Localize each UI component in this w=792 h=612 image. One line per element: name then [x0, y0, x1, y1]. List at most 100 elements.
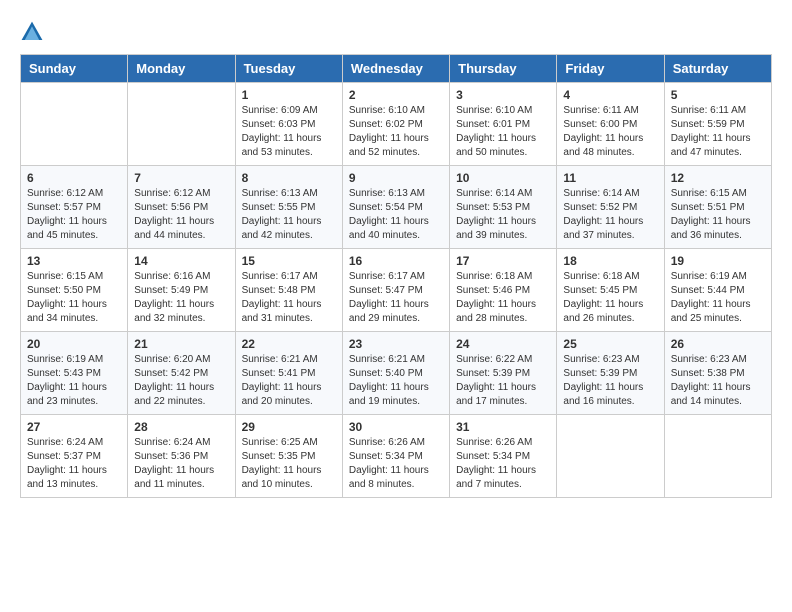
logo-icon	[20, 20, 44, 44]
day-number: 19	[671, 254, 765, 268]
calendar-day-cell: 14Sunrise: 6:16 AMSunset: 5:49 PMDayligh…	[128, 249, 235, 332]
day-number: 24	[456, 337, 550, 351]
calendar-week-row: 20 Sunrise: 6:19 AMSunset: 5:43 PMDayligh…	[21, 332, 772, 415]
day-info: Sunrise: 6:15 AMSunset: 5:50 PMDaylight:…	[27, 270, 121, 326]
column-header-saturday: Saturday	[664, 55, 771, 83]
calendar-week-row: 13Sunrise: 6:15 AMSunset: 5:50 PMDayligh…	[21, 249, 772, 332]
day-info: Sunrise: 6:10 AMSunset: 6:02 PMDaylight:…	[349, 104, 443, 160]
calendar-day-cell: 12 Sunrise: 6:15 AMSunset: 5:51 PMDayligh…	[664, 166, 771, 249]
calendar-day-cell: 24 Sunrise: 6:22 AMSunset: 5:39 PMDayligh…	[450, 332, 557, 415]
day-info: Sunrise: 6:12 AMSunset: 5:56 PMDaylight:…	[134, 187, 228, 243]
calendar-day-cell: 3 Sunrise: 6:10 AMSunset: 6:01 PMDaylight…	[450, 83, 557, 166]
calendar-day-cell: 30 Sunrise: 6:26 AMSunset: 5:34 PMDayligh…	[342, 415, 449, 498]
calendar-day-cell	[21, 83, 128, 166]
calendar-day-cell: 8 Sunrise: 6:13 AMSunset: 5:55 PMDaylight…	[235, 166, 342, 249]
day-number: 22	[242, 337, 336, 351]
day-number: 9	[349, 171, 443, 185]
day-number: 27	[27, 420, 121, 434]
calendar-week-row: 1Sunrise: 6:09 AMSunset: 6:03 PMDaylight…	[21, 83, 772, 166]
calendar-day-cell	[557, 415, 664, 498]
calendar-day-cell: 29 Sunrise: 6:25 AMSunset: 5:35 PMDayligh…	[235, 415, 342, 498]
day-number: 10	[456, 171, 550, 185]
day-info: Sunrise: 6:18 AMSunset: 5:45 PMDaylight:…	[563, 270, 657, 326]
calendar-day-cell: 20 Sunrise: 6:19 AMSunset: 5:43 PMDayligh…	[21, 332, 128, 415]
column-header-friday: Friday	[557, 55, 664, 83]
day-info: Sunrise: 6:24 AMSunset: 5:36 PMDaylight:…	[134, 436, 228, 492]
day-info: Sunrise: 6:14 AMSunset: 5:53 PMDaylight:…	[456, 187, 550, 243]
day-number: 4	[563, 88, 657, 102]
day-info: Sunrise: 6:14 AMSunset: 5:52 PMDaylight:…	[563, 187, 657, 243]
calendar-day-cell: 21 Sunrise: 6:20 AMSunset: 5:42 PMDayligh…	[128, 332, 235, 415]
logo	[20, 20, 48, 44]
column-header-thursday: Thursday	[450, 55, 557, 83]
day-number: 3	[456, 88, 550, 102]
calendar-day-cell: 11 Sunrise: 6:14 AMSunset: 5:52 PMDayligh…	[557, 166, 664, 249]
day-number: 31	[456, 420, 550, 434]
day-info: Sunrise: 6:19 AMSunset: 5:43 PMDaylight:…	[27, 353, 121, 409]
day-number: 8	[242, 171, 336, 185]
calendar-day-cell: 6Sunrise: 6:12 AMSunset: 5:57 PMDaylight…	[21, 166, 128, 249]
calendar-day-cell: 1Sunrise: 6:09 AMSunset: 6:03 PMDaylight…	[235, 83, 342, 166]
day-info: Sunrise: 6:23 AMSunset: 5:39 PMDaylight:…	[563, 353, 657, 409]
calendar-day-cell: 7 Sunrise: 6:12 AMSunset: 5:56 PMDaylight…	[128, 166, 235, 249]
column-header-tuesday: Tuesday	[235, 55, 342, 83]
day-info: Sunrise: 6:23 AMSunset: 5:38 PMDaylight:…	[671, 353, 765, 409]
day-info: Sunrise: 6:18 AMSunset: 5:46 PMDaylight:…	[456, 270, 550, 326]
column-header-wednesday: Wednesday	[342, 55, 449, 83]
calendar-day-cell	[664, 415, 771, 498]
day-info: Sunrise: 6:21 AMSunset: 5:40 PMDaylight:…	[349, 353, 443, 409]
calendar-day-cell: 26 Sunrise: 6:23 AMSunset: 5:38 PMDayligh…	[664, 332, 771, 415]
day-info: Sunrise: 6:10 AMSunset: 6:01 PMDaylight:…	[456, 104, 550, 160]
calendar-day-cell: 27 Sunrise: 6:24 AMSunset: 5:37 PMDayligh…	[21, 415, 128, 498]
column-header-sunday: Sunday	[21, 55, 128, 83]
calendar-week-row: 27 Sunrise: 6:24 AMSunset: 5:37 PMDayligh…	[21, 415, 772, 498]
day-number: 25	[563, 337, 657, 351]
day-number: 12	[671, 171, 765, 185]
calendar-header-row: SundayMondayTuesdayWednesdayThursdayFrid…	[21, 55, 772, 83]
calendar-day-cell: 5 Sunrise: 6:11 AMSunset: 5:59 PMDaylight…	[664, 83, 771, 166]
calendar-day-cell: 19 Sunrise: 6:19 AMSunset: 5:44 PMDayligh…	[664, 249, 771, 332]
day-number: 30	[349, 420, 443, 434]
day-number: 21	[134, 337, 228, 351]
calendar-day-cell: 18 Sunrise: 6:18 AMSunset: 5:45 PMDayligh…	[557, 249, 664, 332]
day-number: 1	[242, 88, 336, 102]
day-number: 11	[563, 171, 657, 185]
calendar-day-cell: 25 Sunrise: 6:23 AMSunset: 5:39 PMDayligh…	[557, 332, 664, 415]
day-number: 16	[349, 254, 443, 268]
day-info: Sunrise: 6:16 AMSunset: 5:49 PMDaylight:…	[134, 270, 228, 326]
day-info: Sunrise: 6:21 AMSunset: 5:41 PMDaylight:…	[242, 353, 336, 409]
day-info: Sunrise: 6:26 AMSunset: 5:34 PMDaylight:…	[349, 436, 443, 492]
day-number: 28	[134, 420, 228, 434]
day-number: 26	[671, 337, 765, 351]
day-info: Sunrise: 6:22 AMSunset: 5:39 PMDaylight:…	[456, 353, 550, 409]
day-number: 29	[242, 420, 336, 434]
calendar-day-cell: 15Sunrise: 6:17 AMSunset: 5:48 PMDayligh…	[235, 249, 342, 332]
calendar-table: SundayMondayTuesdayWednesdayThursdayFrid…	[20, 54, 772, 498]
calendar-day-cell: 4 Sunrise: 6:11 AMSunset: 6:00 PMDaylight…	[557, 83, 664, 166]
day-info: Sunrise: 6:26 AMSunset: 5:34 PMDaylight:…	[456, 436, 550, 492]
calendar-day-cell	[128, 83, 235, 166]
calendar-day-cell: 28 Sunrise: 6:24 AMSunset: 5:36 PMDayligh…	[128, 415, 235, 498]
day-number: 20	[27, 337, 121, 351]
day-number: 15	[242, 254, 336, 268]
day-info: Sunrise: 6:20 AMSunset: 5:42 PMDaylight:…	[134, 353, 228, 409]
day-info: Sunrise: 6:15 AMSunset: 5:51 PMDaylight:…	[671, 187, 765, 243]
calendar-day-cell: 2 Sunrise: 6:10 AMSunset: 6:02 PMDaylight…	[342, 83, 449, 166]
calendar-day-cell: 10 Sunrise: 6:14 AMSunset: 5:53 PMDayligh…	[450, 166, 557, 249]
day-number: 5	[671, 88, 765, 102]
calendar-week-row: 6Sunrise: 6:12 AMSunset: 5:57 PMDaylight…	[21, 166, 772, 249]
calendar-day-cell: 13Sunrise: 6:15 AMSunset: 5:50 PMDayligh…	[21, 249, 128, 332]
day-number: 18	[563, 254, 657, 268]
day-info: Sunrise: 6:11 AMSunset: 5:59 PMDaylight:…	[671, 104, 765, 160]
calendar-day-cell: 16Sunrise: 6:17 AMSunset: 5:47 PMDayligh…	[342, 249, 449, 332]
day-info: Sunrise: 6:13 AMSunset: 5:55 PMDaylight:…	[242, 187, 336, 243]
calendar-day-cell: 22 Sunrise: 6:21 AMSunset: 5:41 PMDayligh…	[235, 332, 342, 415]
day-number: 7	[134, 171, 228, 185]
day-info: Sunrise: 6:13 AMSunset: 5:54 PMDaylight:…	[349, 187, 443, 243]
day-info: Sunrise: 6:25 AMSunset: 5:35 PMDaylight:…	[242, 436, 336, 492]
day-info: Sunrise: 6:19 AMSunset: 5:44 PMDaylight:…	[671, 270, 765, 326]
column-header-monday: Monday	[128, 55, 235, 83]
day-info: Sunrise: 6:24 AMSunset: 5:37 PMDaylight:…	[27, 436, 121, 492]
day-number: 2	[349, 88, 443, 102]
day-info: Sunrise: 6:11 AMSunset: 6:00 PMDaylight:…	[563, 104, 657, 160]
